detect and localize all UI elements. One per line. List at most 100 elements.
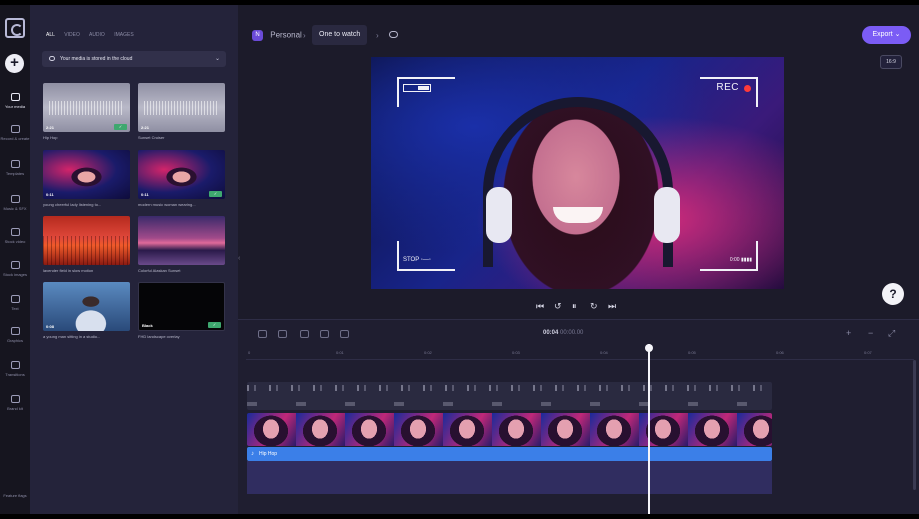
tile-caption: modern music woman wearing...: [138, 202, 196, 207]
tile-caption: young cheerful lady listening to...: [43, 202, 102, 207]
empty-track-area[interactable]: [247, 461, 772, 494]
split-icon[interactable]: [300, 330, 309, 338]
fit-timeline-button[interactable]: ⤢: [888, 328, 895, 339]
ruler-tick: 0: [248, 350, 251, 355]
transition-icon: [10, 361, 20, 369]
viewfinder-corner: [397, 241, 455, 271]
zoom-out-button[interactable]: −: [868, 328, 873, 338]
skip-forward-button[interactable]: ⏭: [608, 301, 616, 312]
media-tile[interactable]: 0:11 ✓ modern music woman wearing...: [138, 150, 225, 207]
nav-item-brand-kit[interactable]: Brand kit: [0, 395, 30, 411]
video-thumbnail: [138, 216, 225, 265]
image-icon: [10, 261, 20, 269]
nav-item-text[interactable]: Text: [0, 295, 30, 311]
ruler-tick: 0:05: [688, 350, 696, 355]
cloud-notice: Your media is stored in the cloud: [60, 56, 133, 62]
total-time: 00:00.00: [560, 330, 584, 336]
media-tile[interactable]: 0:08 a young man sitting in a studio...: [43, 282, 130, 339]
export-label: Export: [872, 31, 893, 38]
video-track-clip[interactable]: [247, 413, 772, 446]
aspect-ratio-button[interactable]: 16:9: [880, 55, 902, 69]
duplicate-icon[interactable]: [340, 330, 349, 338]
video-thumbnail: [43, 216, 130, 265]
audio-track-clip[interactable]: [247, 382, 772, 410]
playhead[interactable]: [645, 344, 653, 514]
media-tile[interactable]: 2:21 Sunset Cruiser: [138, 83, 225, 140]
delete-icon[interactable]: [320, 330, 329, 338]
redo-icon[interactable]: [278, 330, 287, 338]
app-window: + Your media Record & create Templates M…: [0, 5, 919, 514]
tile-caption: Sunset Cruiser: [138, 135, 165, 140]
add-media-button[interactable]: +: [5, 54, 24, 73]
nav-label: Brand kit: [7, 406, 23, 411]
rewind-5s-button[interactable]: ↺: [554, 301, 562, 312]
cloud-storage-dropdown[interactable]: Your media is stored in the cloud ⌄: [42, 51, 226, 67]
workspace-switcher[interactable]: N Personal: [252, 30, 302, 41]
tile-caption: FHD landscape overlay: [138, 334, 180, 339]
media-tile[interactable]: lavender field in slow motion: [43, 216, 130, 273]
timecode: 00:04 00:00.00: [543, 330, 583, 336]
ruler-tick: 0:01: [336, 350, 344, 355]
timeline-scrollbar[interactable]: [913, 360, 916, 490]
media-tile[interactable]: 0:11 young cheerful lady listening to...: [43, 150, 130, 207]
tile-caption: a young man sitting in a studio...: [43, 334, 101, 339]
media-tile[interactable]: 2:21 ✓ Hip Hop: [43, 83, 130, 140]
media-tile[interactable]: Black ✓ FHD landscape overlay: [138, 282, 225, 339]
nav-item-stock-images[interactable]: Stock images: [0, 261, 30, 277]
app-logo-icon[interactable]: [5, 18, 25, 38]
overlay-thumbnail: Black ✓: [138, 282, 225, 331]
feature-flags-link[interactable]: Feature flags: [0, 493, 30, 498]
tab-all[interactable]: ALL: [46, 32, 55, 38]
forward-5s-button[interactable]: ↻: [590, 301, 598, 312]
audio-waveform-thumbnail: 2:21: [138, 83, 225, 132]
templates-icon: [10, 160, 20, 168]
collapse-panel-handle[interactable]: ‹: [238, 255, 244, 271]
ruler-tick: 0:03: [512, 350, 520, 355]
tile-duration: Black: [142, 323, 153, 328]
export-button[interactable]: Export ⌄: [862, 26, 911, 44]
nav-item-stock-video[interactable]: Stock video: [0, 228, 30, 244]
video-preview[interactable]: REC STOP ◦—◦ 0:00 ▮▮▮▮: [371, 57, 784, 289]
stop-label: STOP ◦—◦: [403, 257, 432, 263]
project-title[interactable]: One to watch: [312, 25, 368, 45]
brand-icon: [10, 395, 20, 403]
undo-icon[interactable]: [258, 330, 267, 338]
help-button[interactable]: ?: [882, 283, 904, 305]
nav-item-your-media[interactable]: Your media: [0, 93, 30, 109]
nav-item-music[interactable]: Music & SFX: [0, 195, 30, 211]
nav-rail: + Your media Record & create Templates M…: [0, 5, 31, 514]
folder-icon: [10, 93, 20, 101]
music-icon: [10, 195, 20, 203]
viewfinder-corner: [700, 241, 758, 271]
current-time: 00:04: [543, 330, 559, 336]
tab-images[interactable]: IMAGES: [114, 32, 133, 38]
headphones-band: [483, 97, 673, 267]
nav-label: Graphics: [6, 338, 23, 343]
music-track-clip[interactable]: ♪ Hip Hop: [247, 447, 772, 461]
rec-label: REC: [716, 82, 739, 93]
nav-label: Templates: [5, 171, 25, 176]
tile-duration: 2:21: [141, 125, 150, 130]
workspace-name: Personal: [270, 30, 302, 40]
timeline-ruler[interactable]: 0 0:01 0:02 0:03 0:04 0:05 0:06 0:07: [246, 348, 914, 360]
nav-item-transitions[interactable]: Transitions: [0, 361, 30, 377]
tile-caption: Colorful Alaskan Sunset: [138, 268, 181, 273]
pause-button[interactable]: ⏸: [572, 301, 577, 312]
nav-label: Text: [11, 306, 19, 311]
tile-duration: 0:11: [141, 192, 149, 197]
rec-dot-icon: [744, 85, 751, 92]
breadcrumb-separator-icon: ›: [303, 31, 306, 40]
nav-item-templates[interactable]: Templates: [0, 160, 30, 176]
counter-label: 0:00 ▮▮▮▮: [729, 257, 752, 263]
tab-video[interactable]: VIDEO: [64, 32, 80, 38]
tab-audio[interactable]: AUDIO: [89, 32, 105, 38]
nav-item-record[interactable]: Record & create: [0, 125, 30, 141]
music-note-icon: ♪: [251, 451, 254, 457]
tile-duration: 0:11: [46, 192, 54, 197]
camera-icon: [10, 125, 20, 133]
nav-item-graphics[interactable]: Graphics: [0, 327, 30, 343]
skip-back-button[interactable]: ⏮: [536, 301, 544, 312]
battery-icon: [403, 84, 431, 92]
zoom-in-button[interactable]: +: [846, 328, 851, 338]
media-tile[interactable]: Colorful Alaskan Sunset: [138, 216, 225, 273]
